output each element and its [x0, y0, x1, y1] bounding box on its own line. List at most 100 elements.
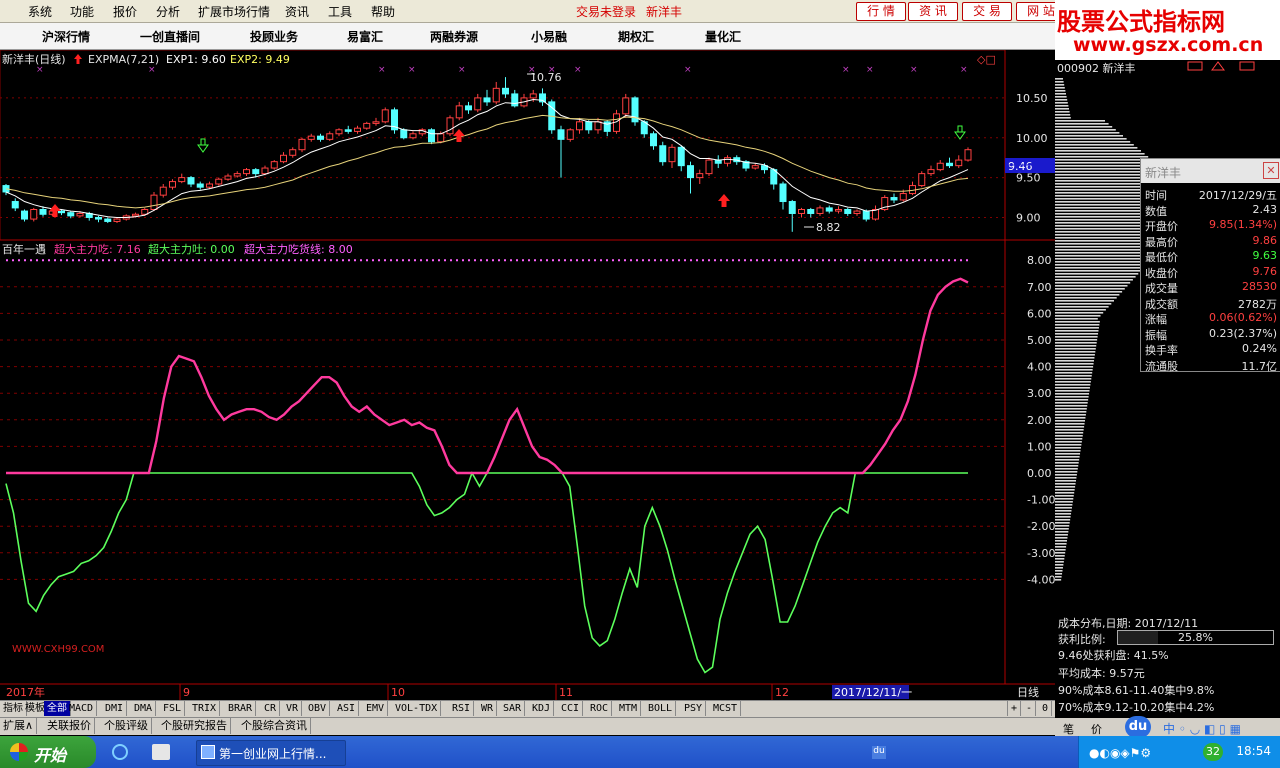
chip-bar — [1055, 405, 1088, 407]
tab-extend[interactable]: 扩展∧ — [0, 718, 38, 734]
toolbar-hushen[interactable]: 沪深行情 — [42, 28, 90, 45]
chip-bar — [1055, 84, 1065, 86]
tab-stock-news[interactable]: 个股综合资讯 — [238, 718, 311, 734]
oscillator-axis: 8.00 7.00 6.00 5.00 4.00 3.00 2.00 1.00 0.00 -1.0… — [1027, 254, 1055, 586]
toolbar-live[interactable]: 一创直播间 — [140, 28, 200, 45]
indicator-tab[interactable]: BRAR — [225, 701, 257, 716]
menu-system[interactable]: 系统 — [28, 3, 52, 20]
indicator-tab[interactable]: KDJ — [529, 701, 555, 716]
indicator-tab[interactable]: VOL-TDX — [392, 701, 442, 716]
chip-bar — [1055, 561, 1064, 563]
indicator-tab[interactable]: PSY — [681, 701, 707, 716]
zoom-out-button[interactable]: - — [1023, 701, 1037, 716]
indicator-tab[interactable]: RSI — [449, 701, 475, 716]
candle-body — [964, 149, 972, 161]
du-logo-icon[interactable]: du — [1125, 716, 1151, 738]
chip-icon-3[interactable] — [1239, 61, 1255, 71]
profit-at-price: 9.46处获利盘: 41.5% — [1058, 649, 1169, 662]
indicator-tab[interactable]: ASI — [334, 701, 360, 716]
tray-icons[interactable]: ●◐◉◈⚑⚙ — [1089, 746, 1151, 760]
indicator-tab[interactable]: BOLL — [645, 701, 677, 716]
indicator-tab[interactable]: TRIX — [189, 701, 221, 716]
indicator-tab[interactable]: CCI — [558, 701, 584, 716]
buy-arrow-icon — [49, 204, 61, 217]
menu-analysis[interactable]: 分析 — [156, 3, 180, 20]
kline-chart[interactable]: 新洋丰(日线) EXPMA(7,21) EXP1: 9.60 EXP2: 9.4… — [0, 50, 1055, 700]
menu-function[interactable]: 功能 — [70, 3, 94, 20]
chip-bar — [1055, 423, 1085, 425]
info-window-header[interactable]: 新洋丰 ✕ — [1141, 159, 1280, 183]
tab-quotes[interactable]: 行 情 — [856, 2, 906, 21]
du-tray-icon[interactable]: du — [872, 746, 886, 759]
toolbar-options[interactable]: 期权汇 — [618, 28, 654, 45]
info-value: 9.85(1.34%) — [1208, 218, 1277, 231]
chip-bar — [1055, 342, 1097, 344]
indicator-tab[interactable]: DMA — [131, 701, 157, 716]
candle-body — [243, 169, 250, 175]
ime-icons[interactable]: 中 ◦ ◡ ◧ ▯ ▦ — [1163, 720, 1241, 737]
quick-launch-icon[interactable] — [152, 744, 170, 760]
data-info-window[interactable]: 新洋丰 ✕ 时间 2017/12/29/五 数值 2.43 开盘价 9.85(1.34%)… — [1140, 158, 1280, 373]
taskbar-window-item[interactable]: 第一创业网上行情... — [196, 740, 346, 766]
osc-tick-label: -2.00 — [1027, 520, 1055, 533]
tab-news[interactable]: 资 讯 — [908, 2, 958, 21]
login-status[interactable]: 交易未登录 — [576, 3, 636, 20]
chip-icon-2[interactable] — [1211, 61, 1225, 71]
indicator-tab[interactable]: WR — [478, 701, 498, 716]
menu-ext-market[interactable]: 扩展市场行情 — [198, 3, 270, 20]
toolbar-margin[interactable]: 两融券源 — [430, 28, 478, 45]
indicator-tab[interactable]: OBV — [305, 701, 331, 716]
menu-help[interactable]: 帮助 — [371, 3, 395, 20]
start-button[interactable]: 开始 — [0, 736, 96, 768]
info-value: 2782万 — [1238, 297, 1277, 311]
zoom-in-button[interactable]: + — [1007, 701, 1022, 716]
toolbar-yifu[interactable]: 易富汇 — [347, 28, 383, 45]
candle-body — [261, 167, 269, 175]
indicator-tab[interactable]: ROC — [587, 701, 613, 716]
indicator-tab[interactable]: MTM — [616, 701, 642, 716]
ie-icon[interactable] — [112, 744, 128, 760]
chip-bar — [1055, 426, 1085, 428]
close-icon[interactable]: ✕ — [1263, 162, 1279, 179]
signal-mark: × — [574, 65, 582, 75]
chip-bar — [1055, 459, 1080, 461]
tab-jia[interactable]: 价 — [1091, 721, 1102, 737]
indicator-tab[interactable]: FSL — [160, 701, 186, 716]
tab-research-report[interactable]: 个股研究报告 — [158, 718, 231, 734]
period-label[interactable]: 日线 — [1017, 685, 1039, 699]
tab-stock-rating[interactable]: 个股评级 — [101, 718, 152, 734]
toolbar-advisor[interactable]: 投顾业务 — [250, 28, 298, 45]
menu-news[interactable]: 资讯 — [285, 3, 309, 20]
tab-related-quotes[interactable]: 关联报价 — [44, 718, 95, 734]
info-value: 28530 — [1242, 280, 1277, 293]
candle-body — [437, 133, 445, 143]
indicator-tab[interactable]: DMI — [102, 701, 128, 716]
toolbar-quant[interactable]: 量化汇 — [705, 28, 741, 45]
chip-bar — [1055, 282, 1131, 284]
indicator-tab[interactable]: VR — [283, 701, 303, 716]
menu-tools[interactable]: 工具 — [328, 3, 352, 20]
chip-bar — [1055, 474, 1077, 476]
indicator-tab[interactable]: MACD — [66, 701, 98, 716]
date-label-dec: 12 — [775, 686, 789, 699]
indicator-tab[interactable]: EMV — [363, 701, 389, 716]
chip-bar — [1055, 573, 1063, 575]
tab-trade[interactable]: 交 易 — [962, 2, 1012, 21]
indicator-tab[interactable]: MCST — [710, 701, 742, 716]
selected-date: 2017/12/11/一 — [834, 686, 912, 699]
chip-bar — [1055, 336, 1098, 338]
candle-body — [67, 212, 75, 217]
indicator-tab[interactable]: CR — [261, 701, 281, 716]
indicator-tab[interactable]: SAR — [500, 701, 526, 716]
tray-badge[interactable]: 32 — [1203, 743, 1223, 761]
tab-bi[interactable]: 笔 — [1063, 721, 1074, 737]
chip-bar — [1055, 210, 1151, 212]
menu-quote[interactable]: 报价 — [113, 3, 137, 20]
toolbar-xiaoyirong[interactable]: 小易融 — [531, 28, 567, 45]
chip-bar — [1055, 333, 1099, 335]
candle-body — [622, 97, 630, 115]
indicator-tab-bar: 指标 模板 全部 MACD DMI DMA FSL TRIX BRAR CR VR OBV ASI EMV… — [0, 700, 1055, 717]
chip-icon-1[interactable] — [1187, 61, 1203, 71]
zoom-reset-button[interactable]: 0 — [1039, 701, 1053, 716]
panel-menu-icon[interactable]: ◇□ — [977, 53, 996, 66]
